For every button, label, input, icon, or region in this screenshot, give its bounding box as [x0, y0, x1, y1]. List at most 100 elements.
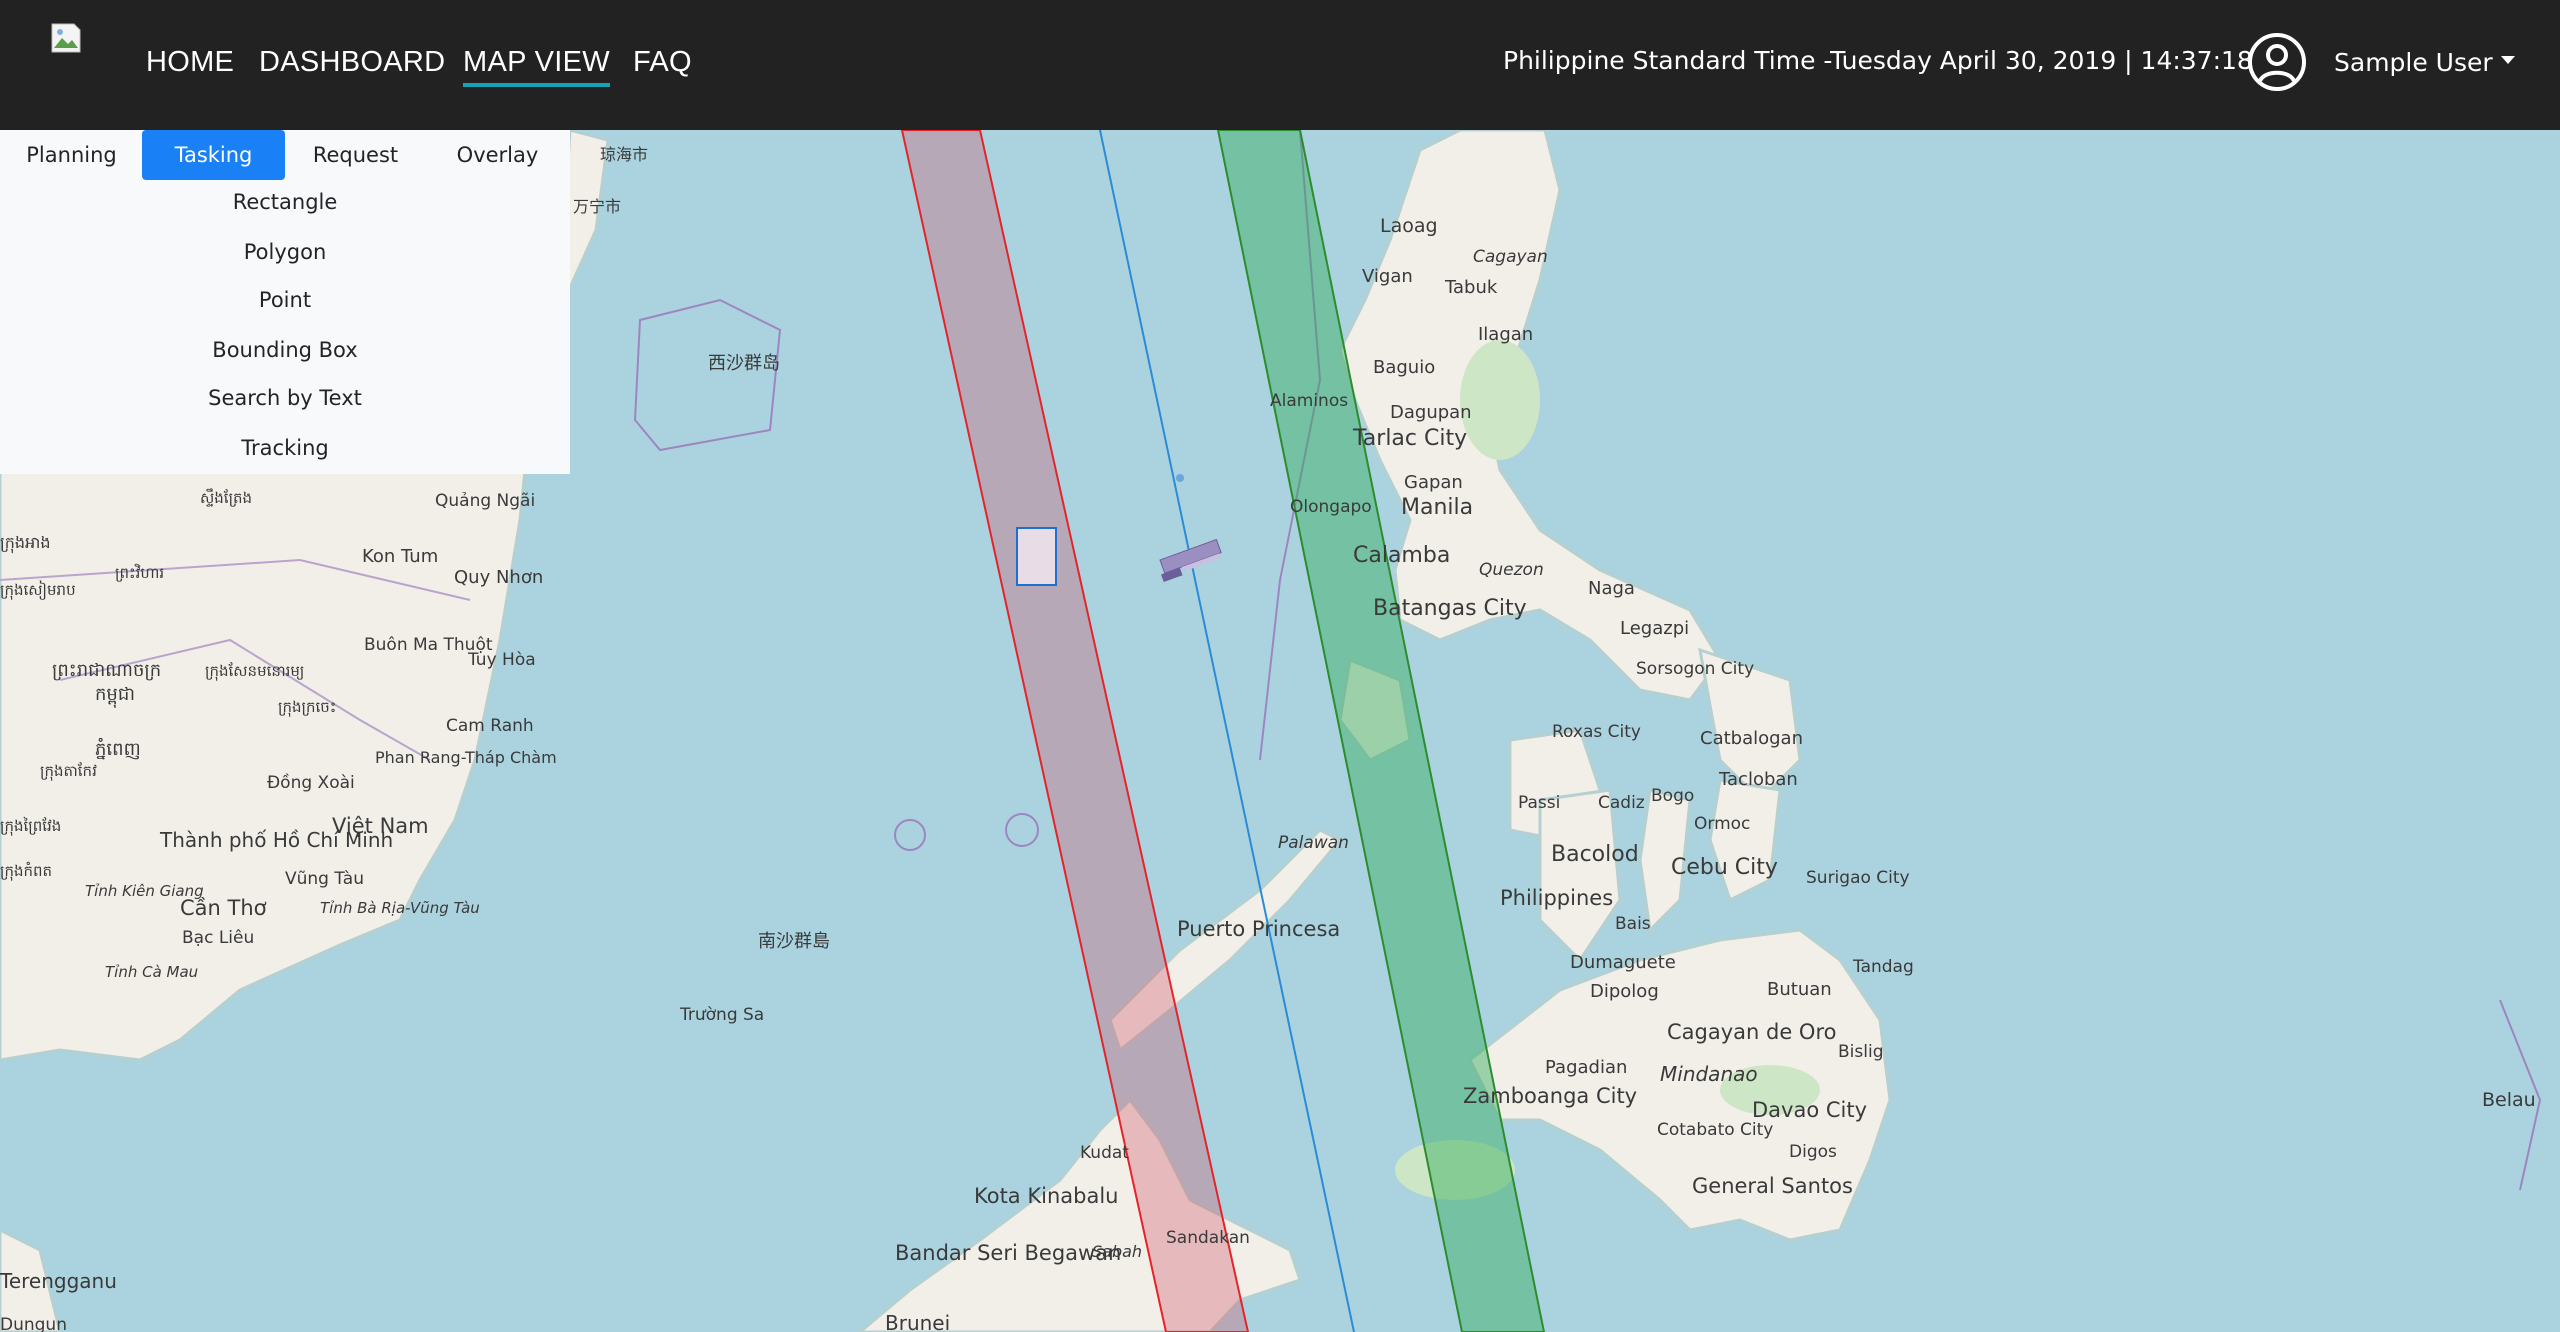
map-label: General Santos: [1692, 1174, 1853, 1198]
map-label: Kudat: [1080, 1143, 1129, 1163]
map-label: Cagayan de Oro: [1667, 1020, 1837, 1044]
map-label: ក្រុងកំពត: [0, 861, 52, 881]
map-label: Vigan: [1362, 266, 1413, 287]
map-label: Kota Kinabalu: [974, 1184, 1118, 1208]
top-navbar: HOME DASHBOARD MAP VIEW FAQ Philippine S…: [0, 0, 2560, 130]
map-label: Bislig: [1838, 1042, 1883, 1062]
map-label: Butuan: [1767, 979, 1832, 1000]
user-avatar-icon[interactable]: [2247, 32, 2307, 92]
map-label: Tỉnh Cà Mau: [105, 963, 198, 981]
map-label: Laoag: [1380, 215, 1438, 237]
map-label: Ilagan: [1478, 324, 1533, 345]
map-label: Passi: [1518, 793, 1560, 813]
map-label: Tarlac City: [1352, 426, 1467, 451]
nav-map-view[interactable]: MAP VIEW: [463, 46, 610, 87]
map-label: Roxas City: [1552, 722, 1641, 742]
map-label: Alaminos: [1270, 391, 1348, 411]
map-label: Tabuk: [1444, 277, 1498, 298]
map-label: ក្រុងអាង: [0, 533, 50, 554]
land-negros: [1538, 788, 1622, 963]
map-label: Cam Ranh: [446, 716, 534, 736]
map-label: Gapan: [1404, 472, 1463, 493]
map-label: Vũng Tàu: [285, 869, 364, 889]
map-label: Đồng Xoài: [267, 772, 355, 793]
map-label: Pagadian: [1545, 1057, 1627, 1078]
tool-polygon[interactable]: Polygon: [0, 240, 570, 264]
map-label: Cagayan: [1473, 247, 1548, 267]
map-label: 南沙群島: [758, 931, 830, 952]
map-label: Batangas City: [1373, 596, 1527, 621]
map-label: ក្រុងព្រៃវែង: [0, 816, 61, 836]
map-label: Belau: [2482, 1089, 2536, 1111]
map-label: Bacolod: [1551, 842, 1639, 867]
map-label: Trường Sa: [679, 1005, 764, 1025]
map-label: ភ្នំពេញ: [95, 737, 141, 760]
map-label: Dagupan: [1390, 402, 1472, 423]
nav-home[interactable]: HOME: [146, 46, 234, 79]
map-label: Philippines: [1500, 886, 1613, 910]
map-label: ក្រុងក្រចេះ: [278, 698, 336, 717]
map-label: Bandar Seri Begawan: [895, 1241, 1121, 1265]
user-name: Sample User: [2334, 48, 2493, 77]
map-label: Dipolog: [1590, 981, 1659, 1002]
map-label: 万宁市: [573, 197, 621, 216]
tasking-panel: Planning Tasking Request Overlay Rectang…: [0, 130, 570, 474]
tab-overlay[interactable]: Overlay: [426, 130, 569, 180]
tool-rectangle[interactable]: Rectangle: [0, 190, 570, 214]
map-label: Cebu City: [1671, 855, 1778, 880]
map-label: Manila: [1401, 495, 1473, 520]
tool-search-by-text[interactable]: Search by Text: [0, 386, 570, 410]
map-label: 琼海市: [600, 145, 648, 164]
tab-request[interactable]: Request: [284, 130, 427, 180]
land-leyte: [1708, 778, 1782, 903]
map-label: Mindanao: [1660, 1062, 1758, 1086]
clock-text: Philippine Standard Time -Tuesday April …: [1503, 46, 2253, 75]
task-rectangle: [1016, 527, 1057, 586]
map-label: Naga: [1588, 578, 1635, 599]
nav-dashboard[interactable]: DASHBOARD: [259, 46, 445, 79]
map-label: Sandakan: [1166, 1228, 1250, 1248]
map-label: Sorsogon City: [1636, 659, 1754, 679]
tool-point[interactable]: Point: [0, 288, 570, 312]
tab-planning[interactable]: Planning: [0, 130, 143, 180]
map-label: Dumaguete: [1570, 952, 1676, 973]
map-label: Digos: [1789, 1142, 1837, 1162]
map-label: ព្រះវិហារ: [115, 563, 164, 582]
map-label: Thành phố Hồ Chí Minh: [159, 828, 393, 852]
map-label: Cotabato City: [1657, 1120, 1773, 1140]
map-label: Tandag: [1852, 957, 1914, 977]
satellite-icon: [1159, 538, 1222, 583]
map-label: Quy Nhơn: [454, 567, 543, 588]
broken-logo-icon[interactable]: [50, 22, 82, 54]
map-label: Tacloban: [1718, 769, 1798, 790]
map-label: ក្រុងសៀមរាប: [0, 580, 76, 600]
map-label: Quảng Ngãi: [435, 491, 535, 511]
tool-tracking[interactable]: Tracking: [0, 436, 570, 460]
map-label: Tuy Hòa: [467, 650, 536, 670]
map-label: Surigao City: [1806, 868, 1910, 888]
map-label: Phan Rang-Tháp Chàm: [375, 748, 557, 767]
map-label: Bais: [1615, 914, 1651, 934]
map-label: Brunei: [885, 1311, 950, 1332]
map-label: Dungun: [0, 1315, 67, 1332]
map-label: Calamba: [1353, 543, 1450, 568]
map-label: Tỉnh Bà Rịa-Vũng Tàu: [320, 899, 480, 917]
map-label: ក្រុងតាកែវ: [40, 762, 97, 781]
caret-down-icon: [2500, 56, 2515, 64]
map-label: 西沙群岛: [708, 353, 780, 374]
nav-faq[interactable]: FAQ: [633, 46, 692, 79]
tool-bounding-box[interactable]: Bounding Box: [0, 338, 570, 362]
map-label: Cadiz: [1598, 793, 1645, 813]
map-label: Olongapo: [1290, 497, 1372, 517]
user-dropdown[interactable]: Sample User: [2334, 48, 2515, 77]
map-label: ព្រះរាជាណាចក្រ: [52, 660, 161, 681]
map-label: Bạc Liêu: [182, 928, 254, 948]
map-label: Ormoc: [1694, 814, 1750, 834]
map-label: Quezon: [1479, 560, 1544, 580]
map-label: Tỉnh Kiên Giang: [85, 882, 204, 900]
map-label: កម្ពុជា: [95, 684, 135, 708]
map-label: Catbalogan: [1700, 728, 1803, 749]
tab-tasking[interactable]: Tasking: [142, 130, 285, 180]
map-label: Puerto Princesa: [1177, 917, 1340, 941]
map-label: Bogo: [1651, 786, 1694, 806]
